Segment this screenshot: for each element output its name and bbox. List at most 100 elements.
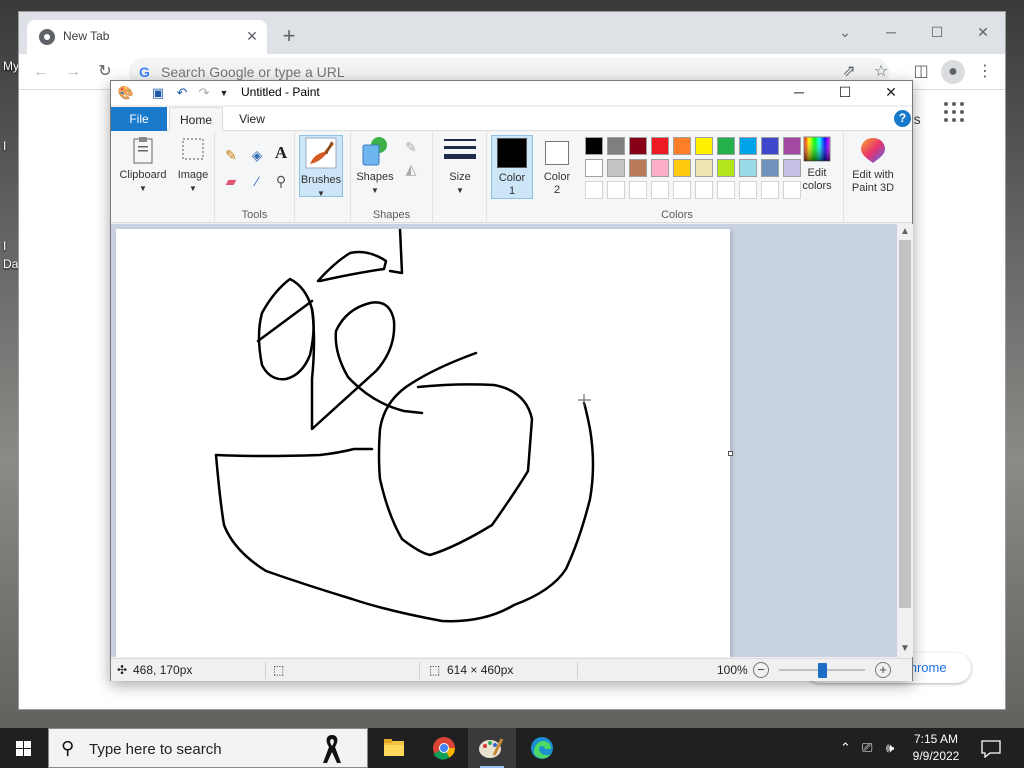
zoom-slider-thumb[interactable] — [818, 663, 827, 678]
size-button[interactable]: Size ▼ — [439, 135, 481, 201]
volume-icon[interactable]: 🕪 — [886, 740, 894, 756]
qat-customize-icon[interactable]: ▼ — [215, 84, 233, 102]
notification-icon[interactable] — [978, 738, 1004, 758]
magnifier-icon[interactable]: ⚲ — [271, 171, 291, 191]
group-paint3d: Edit with Paint 3D — [843, 131, 901, 223]
edit-with-paint3d-button[interactable]: Edit with Paint 3D — [846, 135, 900, 201]
chrome-tab[interactable]: New Tab ✕ — [27, 20, 267, 54]
custom-color-slot[interactable] — [695, 181, 713, 199]
custom-color-slot[interactable] — [717, 181, 735, 199]
color2-button[interactable]: Color 2 — [537, 135, 577, 199]
scrollbar-thumb[interactable] — [899, 240, 911, 608]
taskbar-edge[interactable] — [518, 728, 566, 768]
color-swatch[interactable] — [717, 159, 735, 177]
shapes-button[interactable]: Shapes ▼ — [355, 135, 395, 201]
network-icon[interactable]: ⎚ — [862, 740, 872, 756]
profile-icon[interactable]: ● — [941, 60, 965, 84]
paint-minimize-icon[interactable]: ─ — [776, 81, 822, 105]
color-swatch[interactable] — [629, 159, 647, 177]
show-hidden-icons[interactable]: ⌃ — [840, 740, 851, 756]
color-picker-icon[interactable]: ⁄ — [247, 171, 267, 191]
custom-color-slot[interactable] — [673, 181, 691, 199]
custom-color-slot[interactable] — [585, 181, 603, 199]
paint-maximize-icon[interactable]: ☐ — [822, 81, 868, 105]
vertical-scrollbar[interactable]: ▲ ▼ — [897, 224, 913, 657]
desktop-icon-label[interactable]: Da — [3, 257, 18, 271]
color-swatch[interactable] — [607, 137, 625, 155]
color-swatch[interactable] — [673, 159, 691, 177]
custom-color-slot[interactable] — [629, 181, 647, 199]
menu-icon[interactable]: ⋮ — [973, 60, 997, 84]
tab-view[interactable]: View — [227, 107, 277, 131]
undo-icon[interactable]: ↶ — [173, 84, 191, 102]
pencil-icon[interactable]: ✎ — [221, 145, 241, 165]
close-window-icon[interactable]: ✕ — [961, 18, 1005, 46]
taskbar-search[interactable]: ⚲ Type here to search — [48, 728, 368, 768]
scroll-down-icon[interactable]: ▼ — [897, 641, 913, 657]
apps-grid-icon[interactable] — [944, 102, 964, 122]
color-swatch[interactable] — [651, 159, 669, 177]
help-icon[interactable]: ? — [894, 110, 911, 127]
desktop-icon-label[interactable]: My — [3, 59, 19, 73]
start-button[interactable] — [0, 728, 48, 768]
paint-app-icon[interactable]: 🎨 — [117, 84, 135, 102]
color1-button[interactable]: Color 1 — [491, 135, 533, 199]
save-icon[interactable]: ▣ — [149, 84, 167, 102]
scroll-up-icon[interactable]: ▲ — [897, 224, 913, 240]
color-swatch[interactable] — [651, 137, 669, 155]
canvas-resize-handle-right[interactable] — [728, 451, 733, 456]
color1-swatch — [497, 138, 527, 168]
taskbar-file-explorer[interactable] — [370, 728, 418, 768]
new-tab-button[interactable]: + — [277, 24, 301, 48]
brushes-button[interactable]: Brushes ▼ — [299, 135, 343, 198]
color-swatch[interactable] — [629, 137, 647, 155]
color-swatch[interactable] — [695, 137, 713, 155]
color-swatch[interactable] — [761, 159, 779, 177]
menu-file[interactable]: File — [111, 107, 167, 131]
tools-group-label: Tools — [241, 209, 268, 221]
color-swatch[interactable] — [607, 159, 625, 177]
color-swatch[interactable] — [695, 159, 713, 177]
minimize-icon[interactable]: ─ — [869, 18, 913, 46]
color-swatch[interactable] — [739, 137, 757, 155]
desktop-icon-label[interactable]: I — [3, 239, 6, 253]
eraser-icon[interactable]: ▰ — [221, 171, 241, 191]
tab-close-icon[interactable]: ✕ — [243, 27, 261, 45]
color-swatch[interactable] — [717, 137, 735, 155]
zoom-in-icon[interactable]: + — [875, 662, 891, 678]
clipboard-button[interactable]: Clipboard ▼ — [115, 135, 171, 201]
system-clock[interactable]: 7:15 AM 9/9/2022 — [905, 731, 967, 765]
edit-colors-button[interactable]: Edit colors — [797, 135, 837, 201]
color-swatch[interactable] — [739, 159, 757, 177]
paint-workspace[interactable] — [111, 224, 897, 657]
custom-color-slot[interactable] — [651, 181, 669, 199]
stroke — [377, 351, 534, 557]
taskbar-chrome[interactable] — [420, 728, 468, 768]
redo-icon[interactable]: ↷ — [195, 84, 213, 102]
zoom-out-icon[interactable]: − — [753, 662, 769, 678]
custom-color-slot[interactable] — [761, 181, 779, 199]
drawing-canvas[interactable] — [116, 229, 730, 657]
paint-close-icon[interactable]: ✕ — [868, 81, 914, 105]
taskbar-paint[interactable] — [468, 728, 516, 768]
custom-color-slot[interactable] — [739, 181, 757, 199]
omnibox-input[interactable] — [161, 63, 821, 81]
crosshair-cursor-icon — [578, 394, 591, 407]
tab-search-icon[interactable]: ⌄ — [823, 18, 867, 46]
color-swatch[interactable] — [761, 137, 779, 155]
custom-color-slot[interactable] — [607, 181, 625, 199]
text-icon[interactable]: A — [271, 143, 291, 163]
shape-fill-icon[interactable]: ◭ — [401, 159, 421, 179]
tab-home[interactable]: Home — [169, 107, 223, 131]
color-swatch[interactable] — [585, 159, 603, 177]
outline-icon[interactable]: ✎ — [401, 137, 421, 157]
maximize-icon[interactable]: ☐ — [915, 18, 959, 46]
desktop-icon-label[interactable]: I — [3, 139, 6, 153]
color-swatch[interactable] — [585, 137, 603, 155]
fill-icon[interactable]: ◈ — [247, 145, 267, 165]
forward-icon[interactable]: → — [61, 60, 85, 84]
color-swatch[interactable] — [673, 137, 691, 155]
back-icon[interactable]: ← — [29, 60, 53, 84]
image-button[interactable]: Image ▼ — [173, 135, 213, 201]
zoom-level: 100% — [717, 663, 748, 677]
